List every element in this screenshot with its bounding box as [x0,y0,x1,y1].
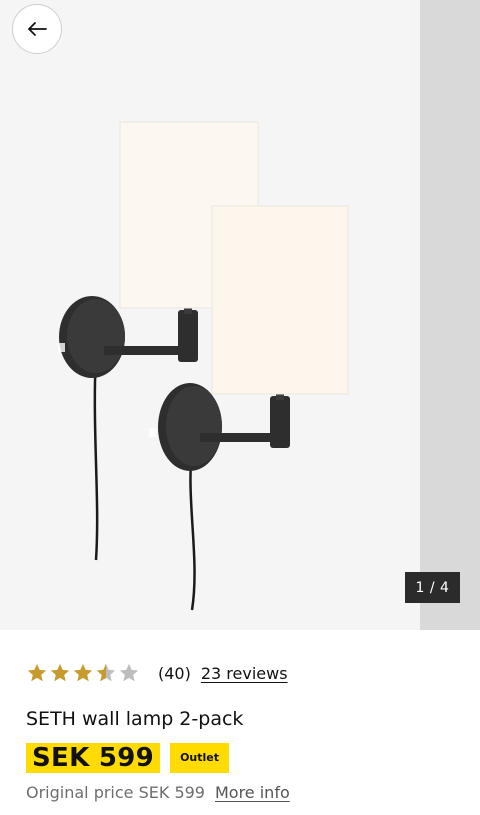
product-image-gallery[interactable]: 1 / 4 [0,0,480,630]
more-info-link[interactable]: More info [215,783,290,802]
arrow-left-icon [28,22,47,36]
product-image [58,121,349,611]
back-button[interactable] [12,4,62,54]
star-icon [73,663,93,682]
rating-count: (40) [158,663,191,683]
price-row: SEK 599 Outlet [26,743,466,773]
half-star-icon [96,663,116,682]
star-icon [27,663,47,682]
rating-row: (40) 23 reviews [26,655,466,691]
price: SEK 599 [26,743,161,773]
star-icon [119,663,139,682]
star-rating[interactable] [26,662,140,684]
reviews-link[interactable]: 23 reviews [201,664,288,683]
product-title: SETH wall lamp 2-pack [26,708,244,730]
outlet-badge: Outlet [170,743,229,773]
next-image-preview[interactable] [420,0,480,630]
original-price-row: Original price SEK 599 More info [26,783,466,802]
star-icon [50,663,70,682]
original-price: Original price SEK 599 [26,783,205,802]
image-counter: 1 / 4 [405,572,460,603]
product-info: (40) 23 reviews SETH wall lamp 2-pack SE… [26,655,466,802]
